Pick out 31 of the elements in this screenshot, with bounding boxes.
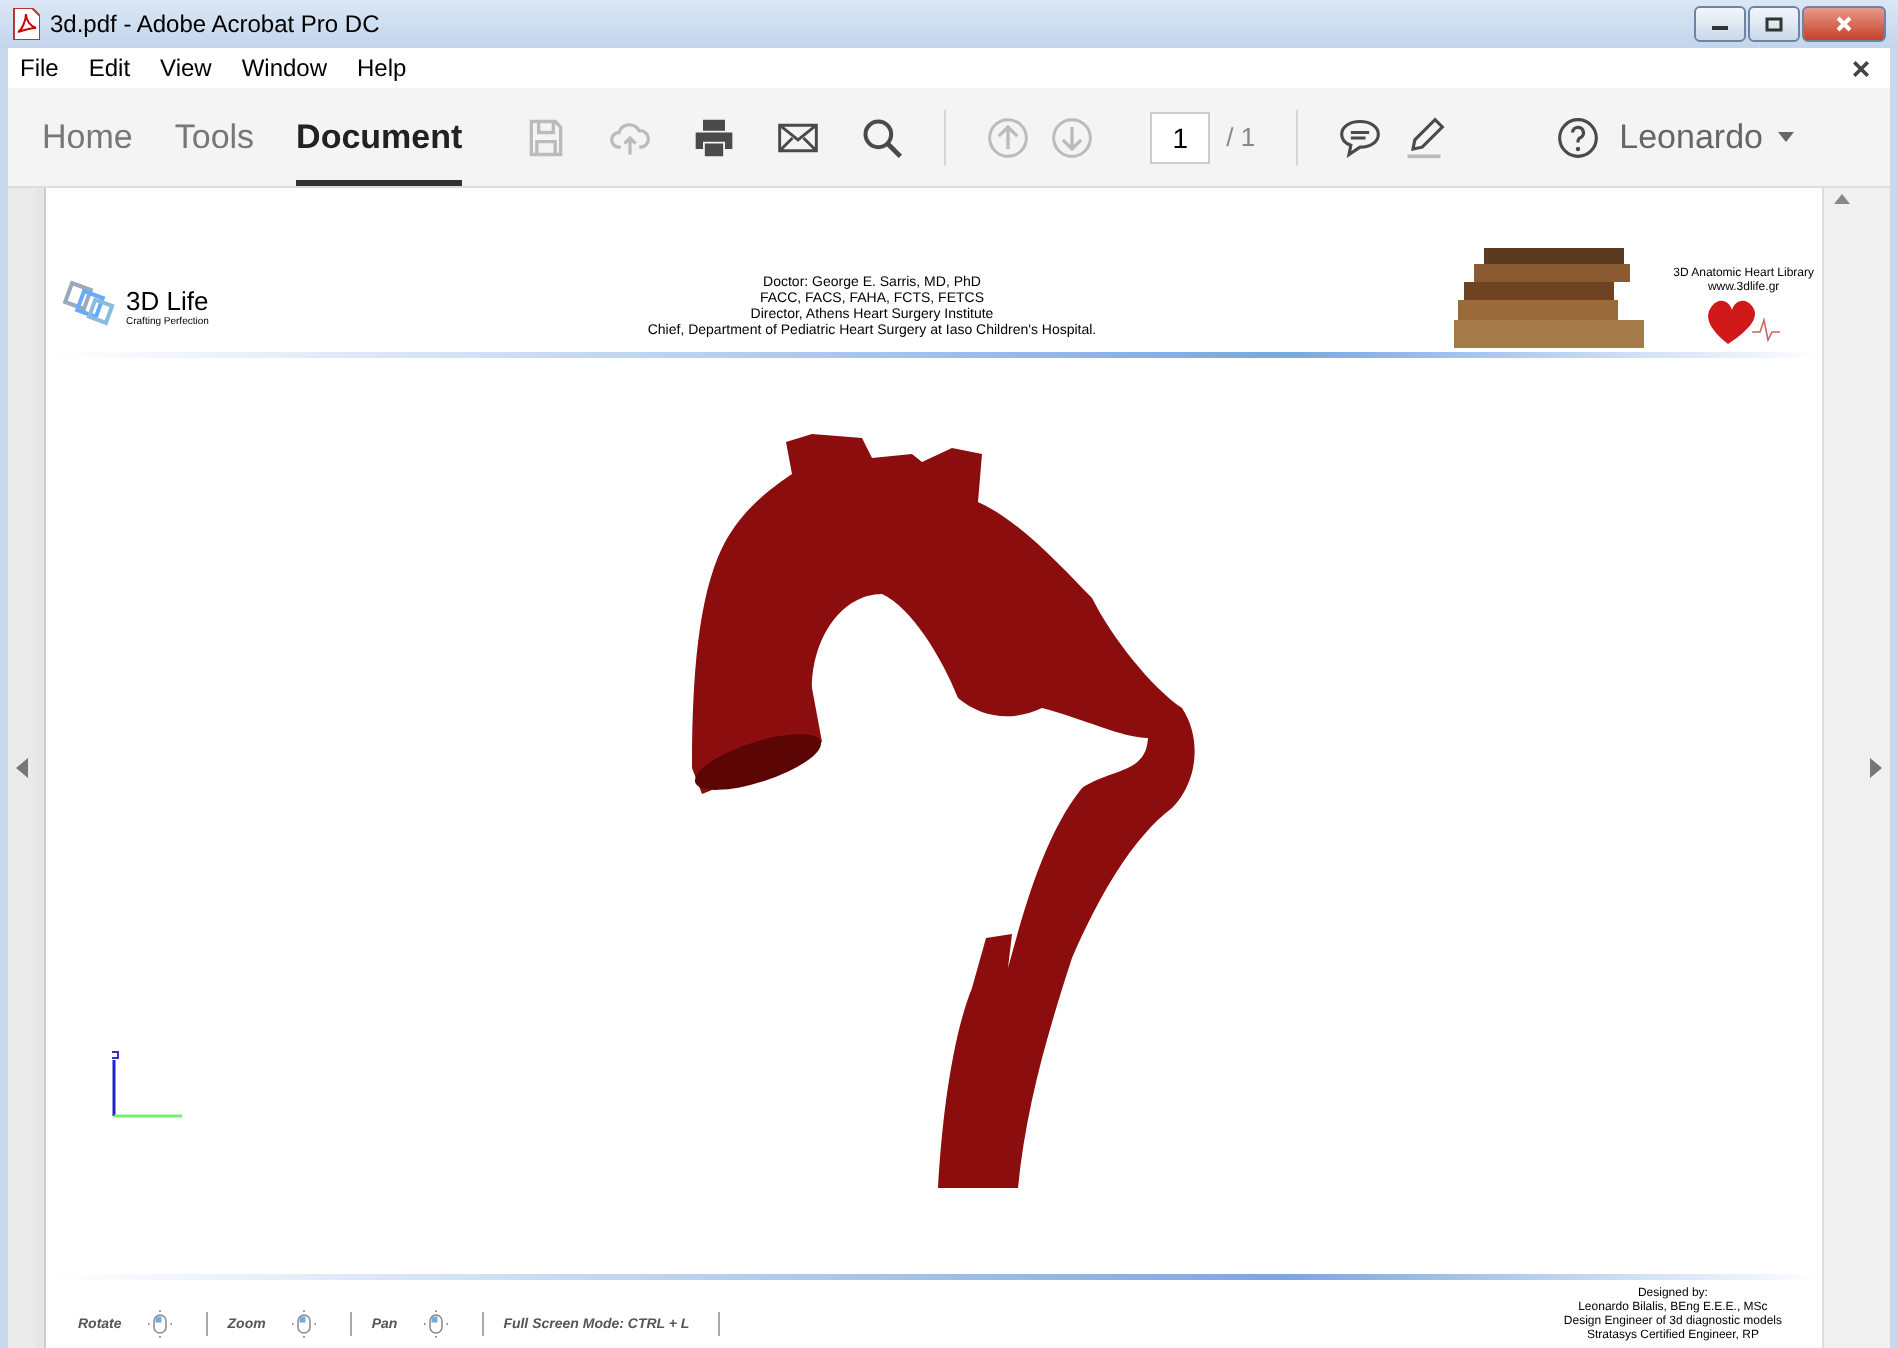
toolbar-tab[interactable]: Home	[42, 88, 133, 186]
page-number-field[interactable]: 1	[1150, 111, 1211, 163]
caret-left-icon	[16, 758, 28, 778]
menu-item[interactable]: Edit	[88, 54, 131, 82]
page-total: / 1	[1226, 122, 1256, 152]
caret-right-icon	[1869, 758, 1881, 778]
comment-icon[interactable]	[1337, 115, 1382, 159]
scrollbar[interactable]	[1822, 188, 1860, 1348]
caret-up-icon	[1834, 194, 1850, 204]
toolbar-tab[interactable]: Tools	[174, 88, 255, 186]
minimize-button[interactable]	[1694, 6, 1746, 42]
close-icon	[1834, 16, 1854, 32]
menu-item[interactable]: Help	[357, 54, 407, 82]
heart-icon	[1703, 296, 1784, 348]
menu-item[interactable]: Window	[241, 54, 328, 82]
caret-icon[interactable]	[1778, 132, 1795, 142]
menu-item[interactable]: File	[20, 54, 59, 82]
printer-icon[interactable]	[692, 115, 737, 159]
left-pane-toggle[interactable]	[8, 188, 36, 1348]
help-icon[interactable]	[1555, 115, 1600, 159]
search-icon[interactable]	[860, 115, 905, 159]
user-menu[interactable]: Leonardo	[1619, 117, 1763, 157]
close-button[interactable]	[1802, 6, 1886, 42]
close-icon[interactable]	[1852, 59, 1870, 77]
menu-item[interactable]: View	[160, 54, 212, 82]
logo-title: 3D Life	[126, 285, 209, 315]
window-title: 3d.pdf - Adobe Acrobat Pro DC	[50, 10, 380, 38]
right-pane-toggle[interactable]	[1860, 188, 1890, 1348]
maximize-button[interactable]	[1748, 6, 1800, 42]
maximize-icon	[1764, 16, 1784, 32]
pdf-file-icon	[12, 8, 40, 40]
